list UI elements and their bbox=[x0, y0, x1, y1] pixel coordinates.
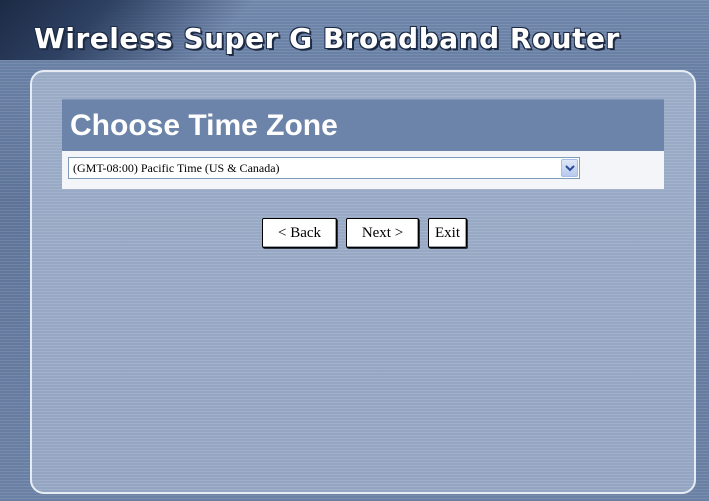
back-button[interactable]: < Back bbox=[262, 218, 337, 248]
dropdown-button[interactable] bbox=[561, 159, 578, 177]
chevron-down-icon bbox=[565, 165, 575, 172]
section-header: Choose Time Zone bbox=[62, 99, 664, 152]
timezone-selected-value: (GMT-08:00) Pacific Time (US & Canada) bbox=[73, 161, 280, 175]
exit-button[interactable]: Exit bbox=[428, 218, 467, 248]
timezone-row: (GMT-08:00) Pacific Time (US & Canada) bbox=[62, 151, 664, 189]
wizard-panel: Choose Time Zone (GMT-08:00) Pacific Tim… bbox=[30, 70, 696, 494]
section-title: Choose Time Zone bbox=[70, 109, 338, 142]
wizard-buttons: < Back Next > Exit bbox=[32, 218, 694, 252]
timezone-select[interactable]: (GMT-08:00) Pacific Time (US & Canada) bbox=[68, 157, 580, 179]
router-title: Wireless Super G Broadband Router bbox=[34, 22, 620, 55]
next-button[interactable]: Next > bbox=[346, 218, 419, 248]
